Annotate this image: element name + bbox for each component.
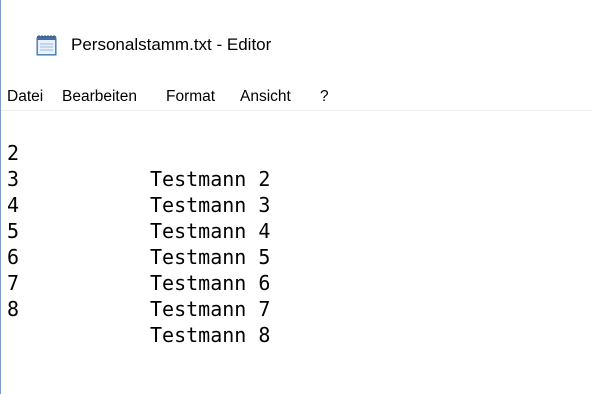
text-line: 6 Testmann 6 xyxy=(7,218,270,295)
line-name-value: Testmann 7 xyxy=(150,297,271,321)
line-name-value: Testmann 4 xyxy=(150,219,271,243)
menu-item-datei[interactable]: Datei xyxy=(7,86,43,108)
notepad-icon xyxy=(34,34,59,56)
menu-item-format[interactable]: Format xyxy=(166,86,215,108)
menu-item-help[interactable]: ? xyxy=(320,86,329,108)
title-bar[interactable]: Personalstamm.txt - Editor xyxy=(1,0,592,84)
text-line: 8 Testmann 8 xyxy=(7,270,270,347)
menu-item-ansicht[interactable]: Ansicht xyxy=(240,86,291,108)
window-title: Personalstamm.txt - Editor xyxy=(71,35,272,54)
line-name-value: Testmann 2 xyxy=(150,167,271,191)
text-line: 7 Testmann 7 xyxy=(7,244,270,321)
menu-item-bearbeiten[interactable]: Bearbeiten xyxy=(62,86,137,108)
text-editor-area[interactable]: 2 Testmann 2 3 Testmann 3 4 Testmann 4 5… xyxy=(1,111,592,394)
line-name-value: Testmann 6 xyxy=(150,271,271,295)
text-line: 2 Testmann 2 xyxy=(7,114,270,191)
line-number-value: 8 xyxy=(7,297,20,321)
text-line: 5 Testmann 5 xyxy=(7,192,270,269)
line-name-value: Testmann 8 xyxy=(150,323,271,347)
text-line: 4 Testmann 4 xyxy=(7,166,270,243)
line-name-value: Testmann 5 xyxy=(150,245,271,269)
menu-bar: Datei Bearbeiten Format Ansicht ? xyxy=(1,84,592,111)
line-name-value: Testmann 3 xyxy=(150,193,271,217)
text-line: 3 Testmann 3 xyxy=(7,140,270,217)
notepad-window: Personalstamm.txt - Editor Datei Bearbei… xyxy=(0,0,592,394)
